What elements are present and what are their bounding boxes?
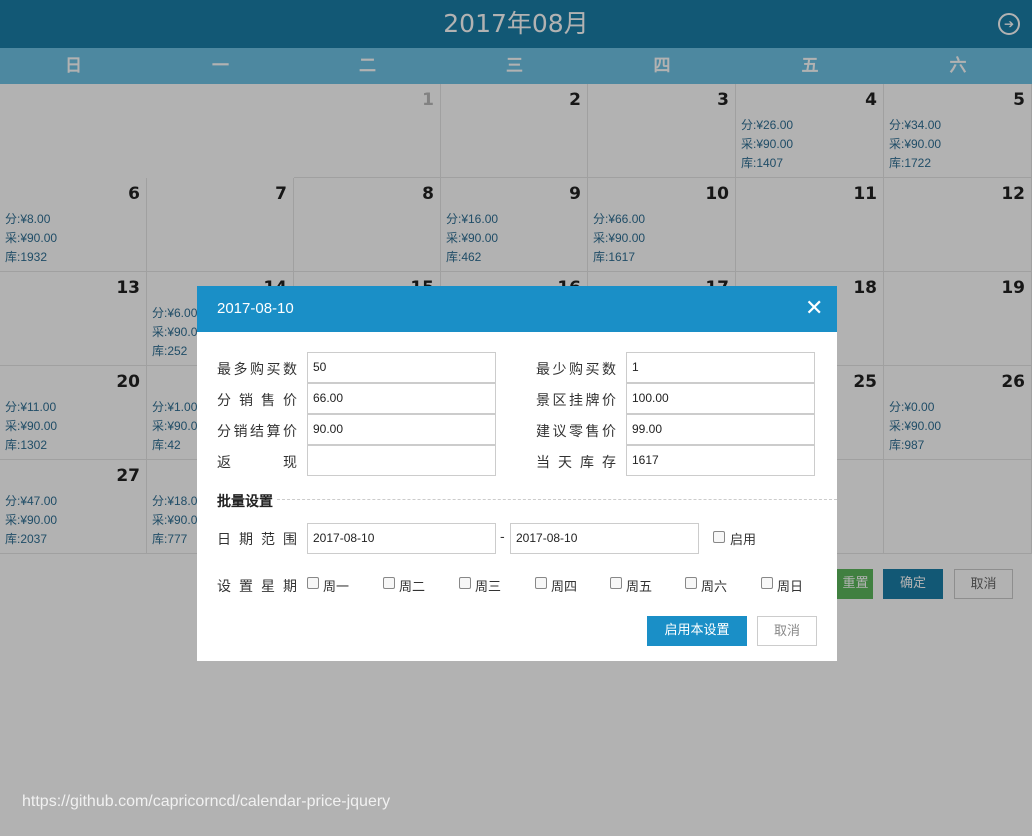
- github-link[interactable]: https://github.com/capricorncd/calendar-…: [22, 793, 390, 811]
- weekday-checkbox[interactable]: [535, 577, 547, 589]
- weekday-checkbox[interactable]: [761, 577, 773, 589]
- settle-price-input[interactable]: 90.00: [307, 414, 496, 445]
- min-buy-label: 最少购买数: [536, 362, 616, 378]
- range-dash: -: [500, 530, 505, 545]
- retail-price-input[interactable]: 99.00: [626, 414, 815, 445]
- modal-cancel-button[interactable]: 取消: [757, 616, 817, 646]
- weekday-checkbox-label: 周五: [626, 580, 653, 595]
- batch-settings-title: 批量设置: [217, 494, 273, 510]
- dist-price-input[interactable]: 66.00: [307, 383, 496, 414]
- dist-price-label: 分销售价: [217, 393, 297, 409]
- min-buy-input[interactable]: 1: [626, 352, 815, 383]
- close-icon[interactable]: ✕: [805, 298, 823, 320]
- modal-header: 2017-08-10 ✕: [197, 286, 837, 332]
- cashback-input[interactable]: [307, 445, 496, 476]
- weekday-checkbox-label: 周一: [323, 580, 350, 595]
- weekday-checkbox[interactable]: [383, 577, 395, 589]
- enable-checkbox[interactable]: [713, 531, 725, 543]
- stock-label: 当天库存: [536, 455, 616, 471]
- cashback-label: 返现: [217, 455, 297, 471]
- apply-settings-button[interactable]: 启用本设置: [647, 616, 747, 646]
- scenic-price-input[interactable]: 100.00: [626, 383, 815, 414]
- weekday-checkbox-label: 周四: [551, 580, 578, 595]
- weekday-checkbox[interactable]: [459, 577, 471, 589]
- enable-label: 启用: [730, 533, 757, 548]
- max-buy-label: 最多购买数: [217, 362, 297, 378]
- day-settings-modal: 2017-08-10 ✕ 最多购买数 50 最少购买数 1 分销售价 66.00…: [197, 286, 837, 661]
- settle-price-label: 分销结算价: [217, 424, 297, 440]
- weekday-checkbox-label: 周日: [777, 580, 804, 595]
- section-divider: [277, 499, 837, 500]
- weekday-checkbox[interactable]: [307, 577, 319, 589]
- weekday-checkbox[interactable]: [685, 577, 697, 589]
- weekday-checkbox[interactable]: [610, 577, 622, 589]
- weekday-checkbox-label: 周二: [399, 580, 426, 595]
- retail-price-label: 建议零售价: [536, 424, 616, 440]
- weekday-checkbox-label: 周六: [701, 580, 728, 595]
- scenic-price-label: 景区挂牌价: [536, 393, 616, 409]
- modal-title: 2017-08-10: [217, 300, 294, 317]
- date-range-label: 日期范围: [217, 532, 297, 548]
- weekday-checkbox-label: 周三: [475, 580, 502, 595]
- max-buy-input[interactable]: 50: [307, 352, 496, 383]
- stock-input[interactable]: 1617: [626, 445, 815, 476]
- start-date-input[interactable]: 2017-08-10: [307, 523, 496, 554]
- set-weekday-label: 设置星期: [217, 579, 297, 595]
- end-date-input[interactable]: 2017-08-10: [510, 523, 699, 554]
